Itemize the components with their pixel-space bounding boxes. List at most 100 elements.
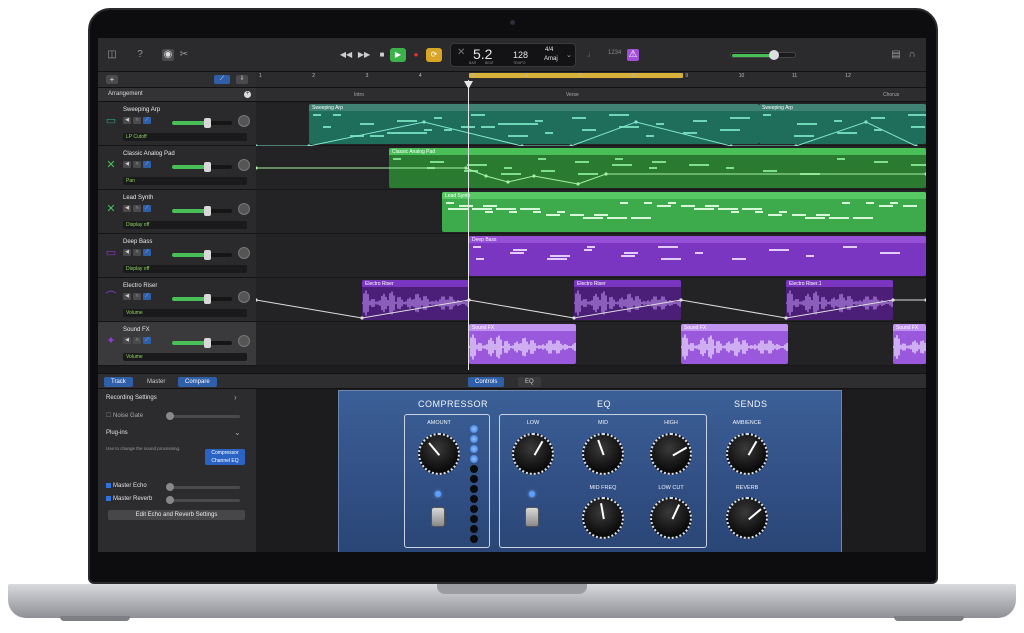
- track-volume-slider[interactable]: [172, 162, 232, 172]
- playhead[interactable]: [468, 80, 469, 370]
- arrangement-markers[interactable]: Intro Verse Chorus: [256, 88, 926, 102]
- track-volume-slider[interactable]: [172, 294, 232, 304]
- help-icon[interactable]: ?: [134, 49, 146, 61]
- master-reverb-row[interactable]: Master Reverb: [106, 496, 152, 502]
- rewind-icon[interactable]: ◀◀: [338, 48, 354, 62]
- low-knob[interactable]: [512, 433, 554, 475]
- checkbox-checked-icon[interactable]: [106, 496, 111, 501]
- master-reverb-slider[interactable]: [166, 496, 240, 504]
- electro-riser-region[interactable]: Electro Riser: [362, 280, 469, 320]
- library-icon[interactable]: ◫: [106, 49, 118, 61]
- sound-fx-region[interactable]: Sound FX: [469, 324, 576, 364]
- master-reverb-knob[interactable]: [166, 496, 174, 504]
- add-track-icon[interactable]: +: [106, 75, 118, 84]
- tuner-icon[interactable]: ♩: [586, 49, 598, 61]
- track-header[interactable]: ⌒ Electro Riser ◀ ∩ ⟋ Volume: [98, 278, 256, 322]
- add-marker-icon[interactable]: +: [244, 91, 251, 98]
- master-volume-knob[interactable]: [769, 50, 779, 60]
- loops-icon[interactable]: ∩: [906, 49, 918, 61]
- marker-chorus[interactable]: Chorus: [883, 92, 899, 98]
- plugin-slots[interactable]: Compressor Channel EQ: [205, 449, 245, 465]
- volume-knob[interactable]: [204, 250, 211, 260]
- tab-eq[interactable]: EQ: [518, 377, 541, 387]
- volume-knob[interactable]: [204, 294, 211, 304]
- track-lane[interactable]: Deep Bass: [256, 234, 926, 278]
- checkbox-checked-icon[interactable]: [106, 483, 111, 488]
- tab-master[interactable]: Master: [140, 377, 172, 387]
- pan-knob[interactable]: [238, 247, 250, 259]
- sound-fx-region[interactable]: Sound FX: [893, 324, 926, 364]
- automation-parameter[interactable]: LP Cutoff: [123, 133, 247, 141]
- track-lane[interactable]: Sound FX Sound FX Sound FX: [256, 322, 926, 366]
- eq-toggle[interactable]: [525, 507, 539, 527]
- noise-gate-knob[interactable]: [166, 412, 174, 420]
- mute-icon[interactable]: ◀: [123, 117, 131, 124]
- high-knob[interactable]: [650, 433, 692, 475]
- electro-riser-region[interactable]: Electro Riser: [574, 280, 681, 320]
- chevron-down-icon[interactable]: ⌄: [234, 428, 241, 437]
- compressor-toggle[interactable]: [431, 507, 445, 527]
- automation-icon[interactable]: ⟋: [143, 337, 151, 344]
- headphones-icon[interactable]: ∩: [133, 293, 141, 300]
- sweeping-arp-region[interactable]: Sweeping Arp: [759, 104, 926, 144]
- automation-point[interactable]: [256, 166, 258, 170]
- classic-analog-pad-region[interactable]: Classic Analog Pad: [389, 148, 926, 188]
- volume-knob[interactable]: [204, 118, 211, 128]
- headphones-icon[interactable]: ∩: [133, 205, 141, 212]
- record-icon[interactable]: ●: [408, 48, 424, 62]
- track-name[interactable]: Electro Riser: [123, 283, 157, 289]
- automation-icon[interactable]: ⟋: [143, 205, 151, 212]
- mute-icon[interactable]: ◀: [123, 161, 131, 168]
- track-name[interactable]: Sweeping Arp: [123, 107, 160, 113]
- tab-track[interactable]: Track: [104, 377, 133, 387]
- automation-icon[interactable]: ⟋: [214, 75, 230, 84]
- sound-fx-region[interactable]: Sound FX: [681, 324, 788, 364]
- deep-bass-region[interactable]: Deep Bass: [469, 236, 926, 276]
- track-header[interactable]: ▭ Deep Bass ◀ ∩ ⟋ Display off: [98, 234, 256, 278]
- automation-parameter[interactable]: Display off: [123, 221, 247, 229]
- electro-riser-region[interactable]: Electro Riser.1: [786, 280, 893, 320]
- automation-icon[interactable]: ⟋: [143, 117, 151, 124]
- pan-knob[interactable]: [238, 159, 250, 171]
- automation-icon[interactable]: ⟋: [143, 161, 151, 168]
- headphones-icon[interactable]: ∩: [133, 249, 141, 256]
- track-volume-slider[interactable]: [172, 118, 232, 128]
- track-volume-slider[interactable]: [172, 206, 232, 216]
- automation-parameter[interactable]: Pan: [123, 177, 247, 185]
- pan-knob[interactable]: [238, 115, 250, 127]
- master-volume-slider[interactable]: [730, 50, 796, 60]
- noise-gate-slider[interactable]: [166, 412, 240, 420]
- tab-controls[interactable]: Controls: [468, 377, 505, 387]
- track-name[interactable]: Sound FX: [123, 327, 150, 333]
- track-header[interactable]: ▭ Sweeping Arp ◀ ∩ ⟋ LP Cutoff: [98, 102, 256, 146]
- automation-parameter[interactable]: Display off: [123, 265, 247, 273]
- master-echo-row[interactable]: Master Echo: [106, 483, 147, 489]
- tab-compare[interactable]: Compare: [178, 377, 217, 387]
- mute-icon[interactable]: ◀: [123, 205, 131, 212]
- mid-knob[interactable]: [582, 433, 624, 475]
- volume-knob[interactable]: [204, 206, 211, 216]
- mid-freq-knob[interactable]: [582, 497, 624, 539]
- automation-point[interactable]: [256, 298, 258, 302]
- plugin-channel-eq[interactable]: Channel EQ: [205, 457, 245, 465]
- count-in[interactable]: 1234: [608, 50, 621, 56]
- track-header[interactable]: ✕ Classic Analog Pad ◀ ∩ ⟋ Pan: [98, 146, 256, 190]
- chevron-right-icon[interactable]: ›: [234, 393, 237, 402]
- marker-intro[interactable]: Intro: [354, 92, 364, 98]
- track-header[interactable]: ✕ Lead Synth ◀ ∩ ⟋ Display off: [98, 190, 256, 234]
- cycle-region[interactable]: [469, 73, 683, 78]
- track-name[interactable]: Lead Synth: [123, 195, 153, 201]
- automation-parameter[interactable]: Volume: [123, 309, 247, 317]
- metronome-icon[interactable]: ⚠: [627, 49, 639, 61]
- pan-knob[interactable]: [238, 203, 250, 215]
- track-volume-slider[interactable]: [172, 338, 232, 348]
- headphones-icon[interactable]: ∩: [133, 337, 141, 344]
- track-lane[interactable]: Classic Analog Pad: [256, 146, 926, 190]
- marker-verse[interactable]: Verse: [566, 92, 579, 98]
- mute-icon[interactable]: ◀: [123, 293, 131, 300]
- volume-knob[interactable]: [204, 162, 211, 172]
- track-name[interactable]: Deep Bass: [123, 239, 152, 245]
- forward-icon[interactable]: ▶▶: [356, 48, 372, 62]
- automation-icon[interactable]: ⟋: [143, 249, 151, 256]
- checkbox-icon[interactable]: ☐: [106, 413, 113, 419]
